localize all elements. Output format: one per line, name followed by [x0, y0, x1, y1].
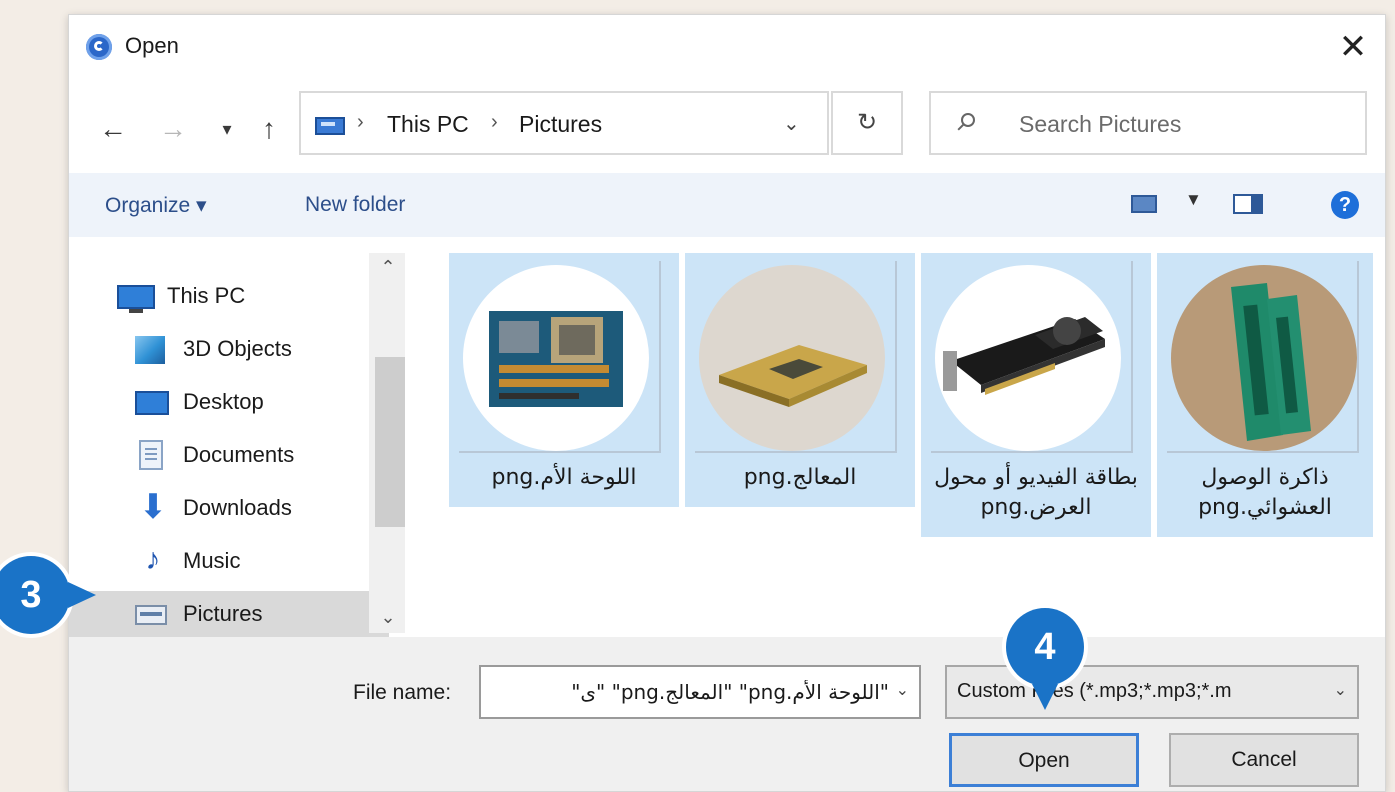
music-icon: ♪: [145, 543, 161, 576]
file-type-filter[interactable]: Custom Files (*.mp3;*.mp3;*.m ⌄: [945, 665, 1359, 719]
close-button[interactable]: ✕: [1331, 25, 1375, 69]
downloads-icon: ⬇: [138, 488, 168, 526]
refresh-button[interactable]: ↻: [831, 91, 903, 155]
sidebar-item-label: 3D Objects: [183, 336, 292, 361]
chevron-down-icon[interactable]: ⌄: [896, 680, 909, 700]
file-item-ram[interactable]: ذاكرة الوصول العشوائي.png: [1157, 253, 1373, 537]
recent-locations-button[interactable]: ▾: [207, 109, 247, 149]
breadcrumb-pictures[interactable]: Pictures: [519, 111, 602, 138]
sidebar-item-downloads[interactable]: ⬇ Downloads: [69, 485, 389, 531]
open-file-dialog: Open ✕ ← → ▾ ↑ › This PC › Pictures ⌄ ↻ …: [68, 14, 1386, 792]
address-bar[interactable]: › This PC › Pictures ⌄: [299, 91, 829, 155]
file-name-label: File name:: [353, 681, 452, 704]
back-button[interactable]: ←: [93, 109, 133, 149]
file-name: المعالج.png: [743, 465, 857, 490]
sidebar-item-label: This PC: [167, 283, 246, 308]
pictures-location-icon: [315, 117, 345, 135]
navigation-pane: This PC 3D Objects Desktop Documents ⬇ D…: [69, 237, 429, 637]
sidebar-item-label: Pictures: [183, 601, 263, 626]
file-name: ذاكرة الوصول العشوائي.png: [1198, 465, 1332, 520]
file-item-processor[interactable]: المعالج.png: [685, 253, 915, 507]
sidebar-item-documents[interactable]: Documents: [69, 432, 389, 478]
change-view-icon[interactable]: [1131, 195, 1157, 213]
chevron-down-icon[interactable]: ⌄: [1334, 680, 1347, 700]
dialog-footer: File name: "اللوحة الأم.png" "المعالج.pn…: [69, 637, 1385, 791]
file-name-value: "اللوحة الأم.png" "المعالج.png" "ى": [571, 680, 889, 704]
processor-thumbnail: [699, 265, 885, 451]
desktop-icon: [135, 391, 169, 415]
file-item-motherboard[interactable]: اللوحة الأم.png: [449, 253, 679, 507]
ram-thumbnail: [1171, 265, 1357, 451]
3d-objects-icon: [135, 336, 165, 364]
title-bar: Open ✕: [69, 15, 1385, 81]
organize-menu[interactable]: Organize ▾: [105, 193, 207, 218]
scroll-up-icon[interactable]: ⌃: [373, 257, 403, 281]
pictures-icon: [135, 605, 167, 625]
chevron-down-icon[interactable]: ⌄: [783, 111, 800, 136]
file-item-video-card[interactable]: بطاقة الفيديو أو محول العرض.png: [921, 253, 1151, 537]
scroll-down-icon[interactable]: ⌄: [373, 607, 403, 631]
app-icon: [86, 34, 112, 60]
sidebar-item-label: Desktop: [183, 389, 264, 414]
help-icon[interactable]: ?: [1331, 191, 1359, 219]
sidebar-item-music[interactable]: ♪ Music: [69, 538, 389, 584]
forward-button[interactable]: →: [153, 109, 193, 149]
open-button[interactable]: Open: [949, 733, 1139, 787]
sidebar-item-label: Music: [183, 548, 241, 573]
dialog-title: Open: [125, 33, 179, 58]
command-bar: Organize ▾ New folder ▼ ?: [69, 173, 1385, 237]
file-name: اللوحة الأم.png: [491, 465, 637, 490]
search-placeholder: Search Pictures: [1019, 111, 1182, 137]
file-name: بطاقة الفيديو أو محول العرض.png: [934, 465, 1138, 520]
step-4-badge: 4: [1006, 608, 1084, 710]
computer-icon: [117, 285, 155, 313]
step-3-badge: 3: [0, 556, 96, 634]
search-icon: [961, 113, 975, 127]
sidebar-item-label: Downloads: [183, 495, 292, 520]
breadcrumb-separator: ›: [357, 111, 364, 133]
sidebar-item-desktop[interactable]: Desktop: [69, 379, 389, 425]
breadcrumb-this-pc[interactable]: This PC: [387, 111, 469, 138]
preview-pane-icon[interactable]: [1233, 194, 1263, 214]
motherboard-thumbnail: [463, 265, 649, 451]
up-button[interactable]: ↑: [249, 109, 289, 149]
video-card-thumbnail: [935, 265, 1121, 451]
sidebar-item-this-pc[interactable]: This PC: [69, 273, 389, 319]
file-name-field[interactable]: "اللوحة الأم.png" "المعالج.png" "ى" ⌄: [479, 665, 921, 719]
caret-down-icon[interactable]: ▼: [1185, 190, 1202, 210]
search-input[interactable]: Search Pictures: [929, 91, 1367, 155]
cancel-button[interactable]: Cancel: [1169, 733, 1359, 787]
sidebar-item-label: Documents: [183, 442, 295, 467]
sidebar-item-3d-objects[interactable]: 3D Objects: [69, 326, 389, 372]
scrollbar-thumb[interactable]: [375, 357, 405, 527]
new-folder-button[interactable]: New folder: [305, 193, 405, 217]
sidebar-item-pictures[interactable]: Pictures: [69, 591, 389, 637]
breadcrumb-separator: ›: [491, 111, 498, 133]
documents-icon: [139, 440, 163, 470]
file-type-value: Custom Files (*.mp3;*.mp3;*.m: [957, 680, 1232, 702]
